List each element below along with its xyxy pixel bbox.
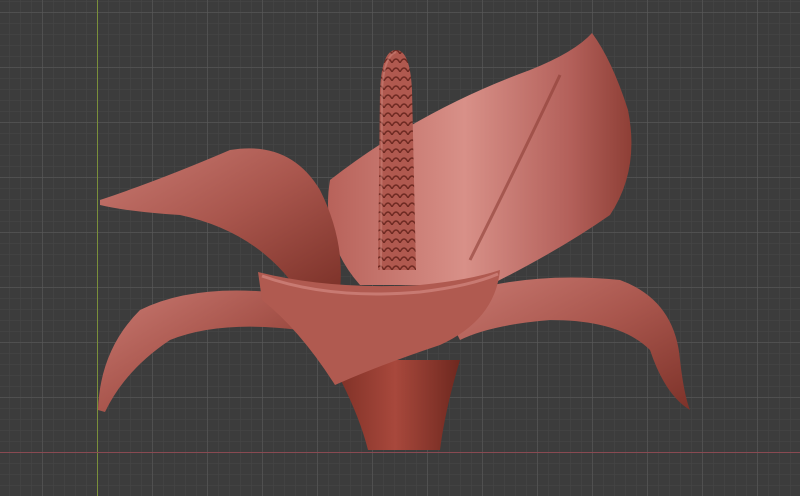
3d-viewport[interactable] bbox=[0, 0, 800, 496]
petal-back-right bbox=[328, 33, 632, 285]
petal-upper-left bbox=[100, 148, 341, 290]
spadix bbox=[378, 50, 416, 270]
petal-lower-left bbox=[98, 290, 300, 412]
flower-sculpt-model[interactable] bbox=[0, 0, 800, 496]
